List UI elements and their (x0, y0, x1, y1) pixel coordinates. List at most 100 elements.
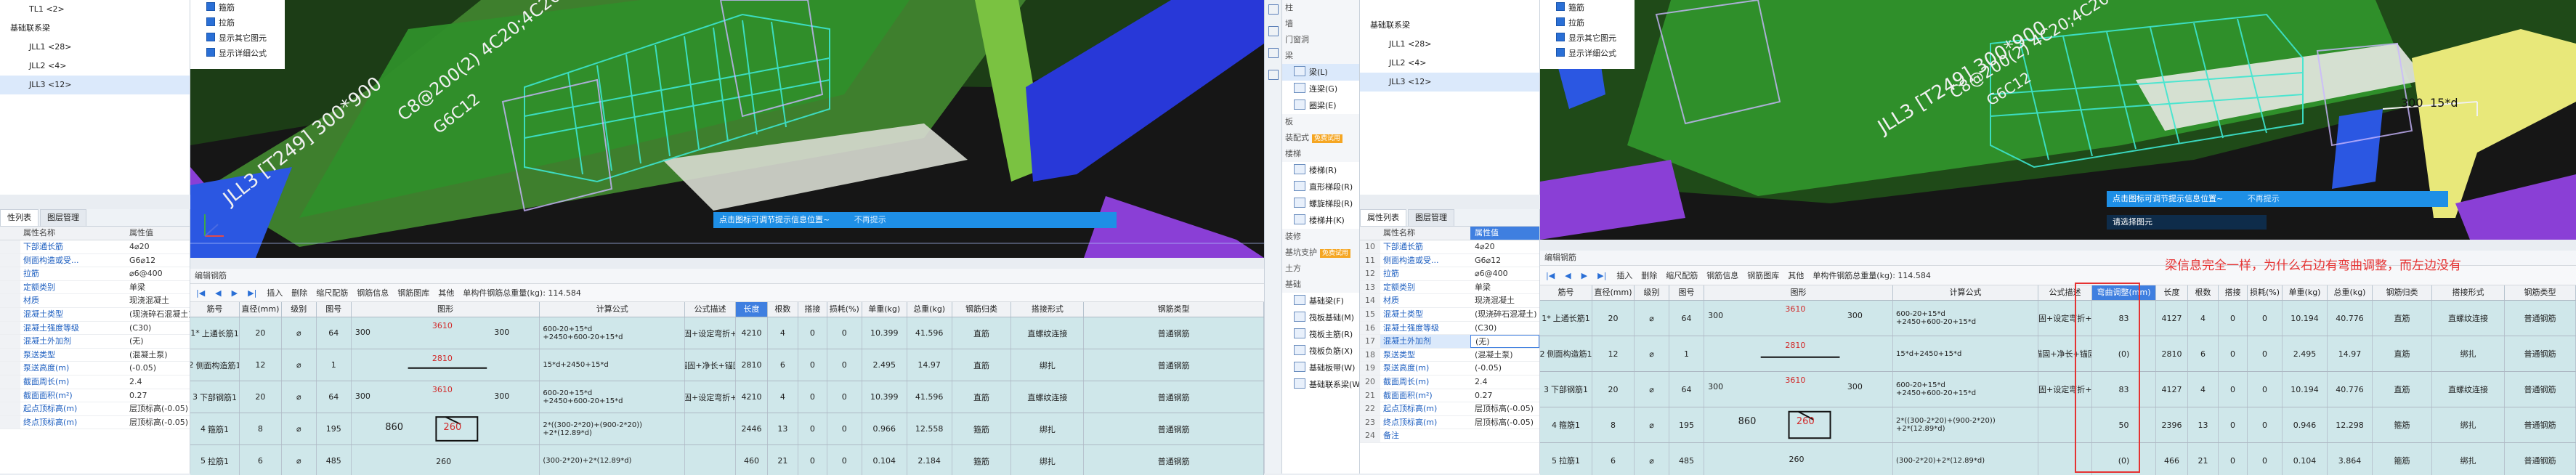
table-cell-uw[interactable]: 0.946 (2283, 407, 2328, 442)
right-prop-value[interactable]: 现浇混凝土 (1470, 294, 1539, 307)
tool-icon-3[interactable] (1268, 48, 1279, 58)
right-rebar-info-button[interactable]: 钢筋信息 (1706, 269, 1738, 281)
right-column-header[interactable]: 根数 (2188, 285, 2219, 300)
table-cell-tu[interactable]: 1 (317, 349, 352, 381)
left-prop-row[interactable]: 定额类别 单梁 (0, 280, 190, 295)
left-column-header[interactable]: 长度 (735, 302, 768, 317)
left-prop-value[interactable]: 层顶标高(-0.05) (125, 416, 190, 429)
left-column-header[interactable]: 筋号 (190, 302, 240, 317)
right-column-header[interactable]: 图形 (1704, 285, 1893, 300)
nav-group[interactable]: 装配式 免费试用 (1282, 130, 1359, 146)
table-cell-type[interactable]: 普通钢筋 (1084, 445, 1264, 475)
nav-group[interactable]: 门窗洞 (1282, 32, 1359, 48)
right-other-button[interactable]: 其他 (1788, 269, 1804, 281)
table-cell-lt[interactable]: 绑扎 (2432, 443, 2505, 475)
table-cell-shape[interactable]: 860 260 (1704, 407, 1893, 442)
left-hint-dismiss-link[interactable]: 不再提示 (854, 215, 886, 224)
left-column-header[interactable]: 搭接 (798, 302, 827, 317)
table-cell-g[interactable]: ⌀ (282, 381, 317, 413)
right-prop-row[interactable]: 16 混凝土强度等级 (C30) (1360, 321, 1539, 336)
right-prop-row[interactable]: 23 终点顶标高(m) 层顶标高(-0.05) (1360, 415, 1539, 430)
table-cell-g[interactable]: ⌀ (282, 317, 317, 349)
table-cell-lap[interactable]: 0 (798, 381, 827, 413)
right-tree-item[interactable]: JLL2 <4> (1360, 54, 1539, 73)
table-row[interactable]: 5 拉筋1 6 ⌀ 485 260 (300-2*20)+2*(12.89*d) (0) 466… (1540, 443, 2576, 475)
table-row[interactable]: 1* 上通长筋1 20 ⌀ 64 300 3610 300 600-20+15*d +2450+… (190, 317, 1264, 349)
left-display-checkbox[interactable]: 拉筋 (206, 15, 285, 31)
checkbox-checked-icon[interactable] (1556, 2, 1565, 11)
table-cell-cat[interactable]: 箍筋 (952, 413, 1012, 444)
left-column-header[interactable]: 损耗(%) (827, 302, 862, 317)
left-column-header[interactable]: 单重(kg) (862, 302, 907, 317)
table-cell-d[interactable]: 6 (1592, 443, 1635, 475)
next-record-icon[interactable]: ▶ (232, 288, 238, 298)
table-cell-lt[interactable]: 直螺纹连接 (2432, 301, 2505, 336)
table-cell-lt[interactable]: 绑扎 (1011, 349, 1085, 381)
right-prop-value[interactable]: 层顶标高(-0.05) (1470, 402, 1539, 415)
right-insert-button[interactable]: 插入 (1616, 269, 1632, 281)
table-cell-d[interactable]: 20 (1592, 372, 1635, 407)
last-record-icon[interactable]: ▶| (248, 288, 256, 298)
table-cell-uw[interactable]: 10.194 (2283, 301, 2328, 336)
table-cell-loss[interactable]: 0 (827, 317, 862, 349)
table-cell-no[interactable]: 5 拉筋1 (190, 445, 240, 475)
table-cell-tu[interactable]: 195 (1669, 407, 1704, 442)
left-prop-row[interactable]: 混凝土外加剂 (无) (0, 335, 190, 349)
table-cell-tu[interactable]: 485 (317, 445, 352, 475)
r-last-record-icon[interactable]: ▶| (1597, 271, 1606, 280)
table-cell-len[interactable]: 4127 (2156, 301, 2188, 336)
left-hint-banner[interactable]: 点击图标可调节提示信息位置~ 不再提示 (713, 212, 1117, 228)
table-cell-uw[interactable]: 10.399 (862, 317, 907, 349)
table-cell-shape[interactable]: 860 260 (352, 413, 540, 444)
table-cell-d[interactable]: 12 (240, 349, 282, 381)
right-prop-value[interactable]: (无) (1470, 335, 1539, 348)
table-cell-cnt[interactable]: 6 (2188, 336, 2219, 371)
table-cell-loss[interactable]: 0 (2248, 372, 2283, 407)
nav-item[interactable]: 筏板基础(M) (1282, 309, 1359, 326)
right-scale-rebar-button[interactable]: 缩尺配筋 (1666, 269, 1698, 281)
right-column-header[interactable]: 损耗(%) (2248, 285, 2283, 300)
table-cell-desc[interactable] (685, 413, 736, 444)
right-3d-viewport[interactable]: JLL3 [T249] 300*900 C8@200(2) 4C20;4C20 … (1540, 0, 2576, 240)
table-cell-d[interactable]: 20 (240, 317, 282, 349)
nav-item[interactable]: 圈梁(E) (1282, 97, 1359, 114)
right-prop-value[interactable]: 0.27 (1470, 389, 1539, 402)
table-cell-no[interactable]: 2侧面构造筋1 (1540, 336, 1592, 371)
nav-item[interactable]: 基础板带(W) (1282, 360, 1359, 376)
table-cell-lt[interactable]: 绑扎 (1011, 445, 1085, 475)
right-prop-value[interactable]: (C30) (1470, 322, 1539, 335)
table-cell-tu[interactable]: 64 (1669, 372, 1704, 407)
table-cell-f[interactable]: (300-2*20)+2*(12.89*d) (1893, 443, 2038, 475)
right-tab-0[interactable]: 属性列表 (1360, 209, 1406, 226)
right-tab-1[interactable]: 图层管理 (1408, 209, 1454, 226)
table-cell-shape[interactable]: 300 3610 300 (1704, 372, 1893, 407)
right-tree-item[interactable]: JLL1 <28> (1360, 35, 1539, 54)
left-prop-row[interactable]: 截面面积(m²) 0.27 (0, 389, 190, 403)
table-cell-lt[interactable]: 直螺纹连接 (2432, 372, 2505, 407)
table-cell-len[interactable]: 460 (736, 445, 768, 475)
checkbox-checked-icon[interactable] (206, 33, 215, 41)
left-prop-value[interactable]: (C30) (125, 322, 190, 335)
left-prop-value[interactable]: ⌀6@400 (125, 267, 190, 280)
left-column-header[interactable]: 根数 (768, 302, 798, 317)
table-cell-cnt[interactable]: 4 (768, 381, 798, 413)
right-prop-value[interactable]: ⌀6@400 (1470, 267, 1539, 280)
checkbox-checked-icon[interactable] (206, 48, 215, 57)
table-cell-loss[interactable]: 0 (2248, 336, 2283, 371)
table-cell-loss[interactable]: 0 (827, 413, 862, 444)
nav-item[interactable]: 筏板主筋(R) (1282, 326, 1359, 343)
left-column-header[interactable]: 公式描述 (685, 302, 736, 317)
table-cell-uw[interactable]: 2.495 (2283, 336, 2328, 371)
nav-item[interactable]: 基础梁(F) (1282, 293, 1359, 309)
table-cell-type[interactable]: 普通钢筋 (2505, 407, 2576, 442)
left-column-header[interactable]: 图形 (352, 302, 540, 317)
table-cell-loss[interactable]: 0 (2248, 443, 2283, 475)
table-cell-type[interactable]: 普通钢筋 (1084, 413, 1264, 444)
table-cell-g[interactable]: ⌀ (1635, 407, 1669, 442)
left-rebar-info-button[interactable]: 钢筋信息 (357, 287, 389, 299)
table-cell-tw[interactable]: 3.864 (2328, 443, 2373, 475)
table-cell-uw[interactable]: 10.399 (862, 381, 907, 413)
right-prop-value[interactable]: 2.4 (1470, 375, 1539, 389)
table-cell-lt[interactable]: 绑扎 (1011, 413, 1085, 444)
table-cell-len[interactable]: 2446 (736, 413, 768, 444)
